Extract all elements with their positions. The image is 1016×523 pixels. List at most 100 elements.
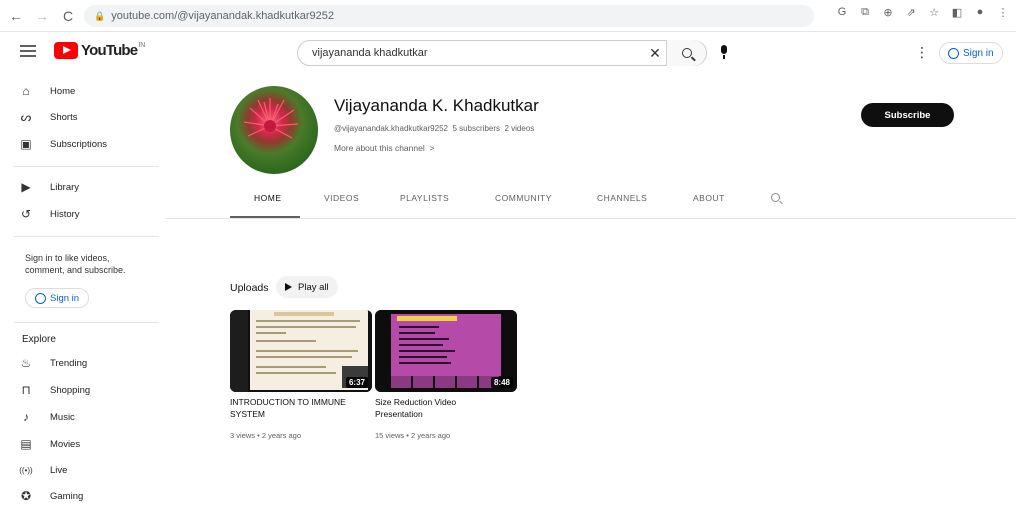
sidebar-item-shopping[interactable]: ⊓ Shopping	[18, 379, 90, 401]
tab-playlists[interactable]: PLAYLISTS	[400, 193, 449, 203]
reload-icon[interactable]: C	[58, 6, 78, 26]
tab-about[interactable]: ABOUT	[693, 193, 725, 203]
search-button[interactable]	[666, 40, 706, 66]
home-icon: ⌂	[22, 84, 30, 98]
sidebar-item-home[interactable]: ⌂ Home	[18, 80, 75, 102]
subscriber-count: 5 subscribers	[452, 124, 501, 133]
sidebar-item-label: Home	[50, 85, 76, 97]
browser-toolbar: ← → C 🔒 youtube.com/@vijayanandak.khadku…	[0, 0, 1016, 32]
browser-actions: G ⧉ ⊕ ⇗ ☆ ◧ ● ⋮	[835, 6, 1010, 19]
play-all-button[interactable]: Play all	[276, 276, 338, 298]
video-age: 2 years ago	[261, 431, 302, 440]
google-icon[interactable]: G	[835, 6, 849, 19]
tab-videos[interactable]: VIDEOS	[324, 193, 359, 203]
channel-search-icon[interactable]	[771, 193, 780, 202]
microphone-icon[interactable]	[720, 45, 728, 59]
settings-kebab-icon[interactable]: ⋮	[915, 44, 929, 61]
gaming-icon: ✪	[20, 489, 32, 503]
sidebar-item-subscriptions[interactable]: ▣ Subscriptions	[18, 133, 107, 155]
hamburger-menu-icon[interactable]	[20, 45, 36, 57]
sidebar-item-trending[interactable]: ♨ Trending	[18, 352, 88, 374]
video-meta: 3 views • 2 years ago	[230, 431, 302, 440]
sidebar-divider	[14, 322, 159, 323]
install-icon[interactable]: ⧉	[858, 6, 872, 19]
video-duration: 6:37	[345, 377, 368, 388]
youtube-logo[interactable]: YouTube IN	[54, 42, 145, 59]
more-about-link[interactable]: More about this channel >	[334, 143, 434, 153]
more-about-label: More about this channel	[334, 143, 425, 153]
video-count: 2 videos	[504, 124, 535, 133]
search-box: ✕	[297, 40, 707, 66]
profile-icon[interactable]: ●	[973, 6, 987, 19]
zoom-icon[interactable]: ⊕	[881, 6, 895, 19]
history-icon: ↺	[20, 207, 32, 221]
uploads-heading[interactable]: Uploads	[230, 282, 269, 294]
account-icon	[948, 47, 959, 59]
sidebar-item-history[interactable]: ↺ History	[18, 203, 80, 225]
video-thumbnail[interactable]: 8:48	[375, 310, 517, 392]
sidebar-item-music[interactable]: ♪ Music	[18, 406, 75, 428]
live-icon: ((•))	[19, 465, 33, 475]
sidebar-item-label: Shorts	[50, 111, 78, 123]
movies-icon: ▤	[20, 437, 32, 451]
library-icon: ▶	[21, 180, 31, 194]
forward-icon[interactable]: →	[32, 6, 52, 26]
shopping-icon: ⊓	[21, 383, 31, 397]
logo-text: YouTube	[81, 42, 138, 59]
bookmark-star-icon[interactable]: ☆	[927, 6, 941, 19]
url-text: youtube.com/@vijayanandak.khadkutkar9252	[111, 10, 334, 22]
video-title[interactable]: Size Reduction Video Presentation	[375, 396, 485, 420]
explore-heading: Explore	[22, 334, 56, 345]
signin-label: Sign in	[963, 47, 994, 59]
sidebar-item-label: Library	[50, 181, 80, 193]
tabs-divider	[165, 218, 1016, 219]
music-icon: ♪	[23, 410, 29, 424]
back-icon[interactable]: ←	[6, 6, 26, 26]
sidepanel-icon[interactable]: ◧	[950, 6, 964, 19]
video-title[interactable]: INTRODUCTION TO IMMUNE SYSTEM	[230, 396, 368, 420]
subscriptions-icon: ▣	[20, 137, 32, 151]
video-age: 2 years ago	[410, 431, 451, 440]
clear-search-icon[interactable]: ✕	[644, 45, 666, 62]
sidebar-item-label: Trending	[50, 357, 88, 369]
tab-community[interactable]: COMMUNITY	[495, 193, 552, 203]
signin-button[interactable]: Sign in	[939, 42, 1003, 64]
channel-name: Vijayananda K. Khadkutkar	[334, 96, 539, 115]
play-all-label: Play all	[298, 281, 329, 293]
shorts-icon: ᔕ	[20, 110, 32, 124]
channel-handle: @vijayanandak.khadkutkar9252	[334, 124, 448, 133]
sidebar-item-live[interactable]: ((•)) Live	[18, 459, 67, 481]
channel-meta: @vijayanandak.khadkutkar9252 5 subscribe…	[334, 124, 534, 133]
sidebar-item-shorts[interactable]: ᔕ Shorts	[18, 106, 78, 128]
chevron-right-icon: >	[427, 143, 435, 153]
sidebar-signin-button[interactable]: Sign in	[25, 288, 90, 308]
browser-menu-icon[interactable]: ⋮	[996, 6, 1010, 19]
sidebar-item-label: Subscriptions	[50, 138, 108, 150]
yt-header: YouTube IN ✕ ⋮ Sign in	[0, 32, 1016, 74]
address-bar[interactable]: 🔒 youtube.com/@vijayanandak.khadkutkar92…	[84, 5, 814, 27]
video-views: 15 views	[375, 431, 405, 440]
subscribe-button[interactable]: Subscribe	[861, 103, 954, 127]
youtube-play-icon	[54, 42, 78, 59]
share-icon[interactable]: ⇗	[904, 6, 918, 19]
search-input[interactable]	[312, 47, 644, 59]
sidebar-item-gaming[interactable]: ✪ Gaming	[18, 485, 83, 507]
search-icon	[681, 48, 692, 58]
sidebar-item-movies[interactable]: ▤ Movies	[18, 433, 80, 455]
video-meta: 15 views • 2 years ago	[375, 431, 451, 440]
video-views: 3 views	[230, 431, 256, 440]
sidebar-item-label: History	[50, 208, 80, 220]
logo-country: IN	[138, 42, 146, 49]
play-icon	[285, 283, 292, 291]
trending-icon: ♨	[20, 356, 32, 370]
sidebar-item-label: Movies	[50, 438, 81, 450]
video-duration: 8:48	[490, 377, 513, 388]
sidebar-item-label: Shopping	[50, 384, 91, 396]
tab-channels[interactable]: CHANNELS	[597, 193, 647, 203]
channel-avatar[interactable]	[230, 86, 318, 174]
video-thumbnail[interactable]: 6:37	[230, 310, 372, 392]
sidebar-item-library[interactable]: ▶ Library	[18, 176, 79, 198]
tab-home[interactable]: HOME	[254, 193, 282, 203]
sidebar-item-label: Music	[50, 411, 75, 423]
lock-icon: 🔒	[94, 10, 106, 21]
